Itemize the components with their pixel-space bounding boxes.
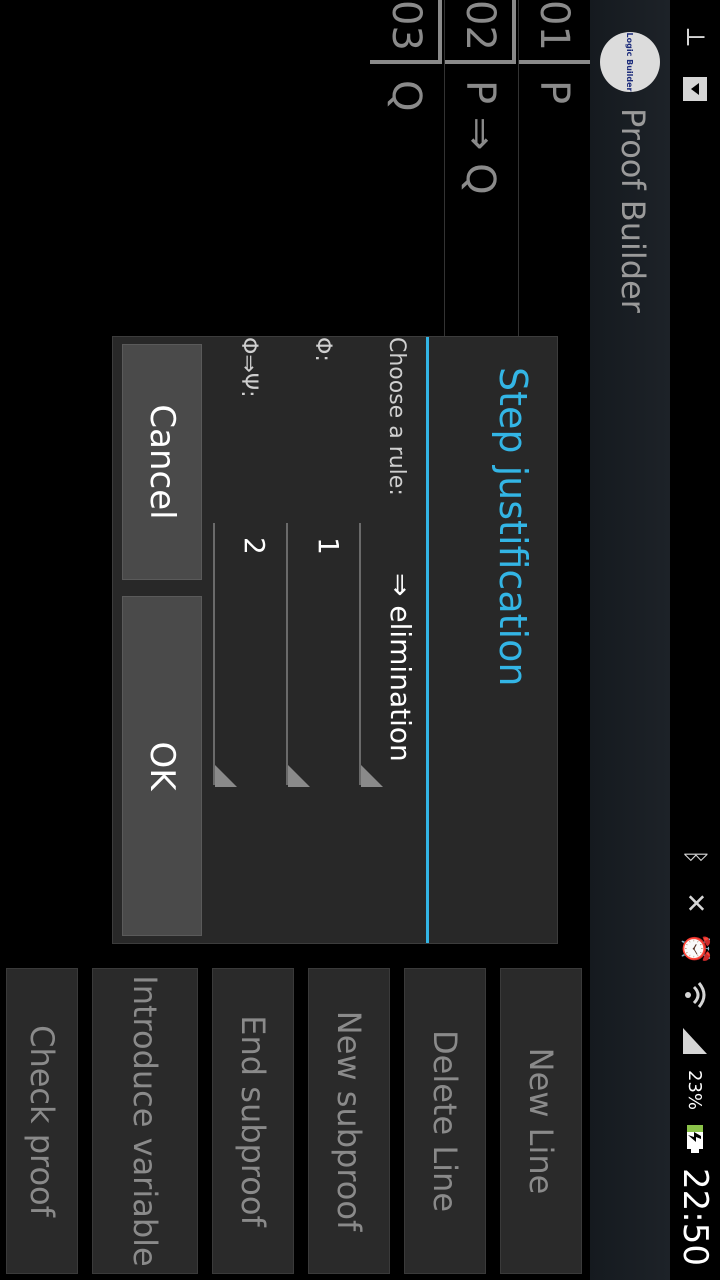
phi-field-underline [286,523,288,785]
phi-implies-psi-field-underline [213,523,215,785]
phi-implies-psi-label: Φ⇒Ψ: [236,337,261,398]
rule-dropdown-icon [361,765,383,787]
alarm-icon: ⏰ [680,932,710,966]
check-proof-button[interactable]: Check proof [6,968,78,1274]
end-subproof-button[interactable]: End subproof [212,968,294,1274]
rule-value: ⇒ elimination [384,573,417,762]
introduce-variable-button[interactable]: Introduce variable [92,968,198,1274]
line-formula: P [531,80,577,105]
battery-percent: 23% [684,1070,706,1111]
mute-icon: ✕ [680,892,710,914]
clock: 22:50 [675,1168,715,1266]
line-formula: P ⇒ Q [457,80,503,195]
rule-field-underline [359,523,361,785]
dialog-title: Step justification [491,367,535,687]
new-line-button[interactable]: New Line [500,968,582,1274]
phi-implies-psi-dropdown-icon [215,765,237,787]
phi-value: 1 [312,537,345,555]
rule-label: Choose a rule: [384,337,409,496]
scope-bar [518,60,590,64]
app-logo-text: Logic Builder [625,32,635,92]
ok-button[interactable]: OK [122,596,202,936]
action-bar: Logic Builder Proof Builder [590,0,670,1280]
line-number: 03 [383,0,429,51]
signal-icon [678,1024,712,1058]
delete-line-button[interactable]: Delete Line [404,968,486,1274]
new-subproof-button[interactable]: New subproof [308,968,390,1274]
scope-bar [444,60,516,64]
action-button-panel: New Line Delete Line New subproof End su… [2,968,582,1280]
line-number: 02 [457,0,503,51]
cancel-button[interactable]: Cancel [122,344,202,580]
line-formula: Q [383,80,429,112]
phi-dropdown-icon [288,765,310,787]
bluetooth-icon: ᛒ [680,849,710,865]
dialog-title-divider [426,337,429,943]
screen: ⟂ ᛒ ✕ ⏰ 23% 22:50 Logic Builder Proof Bu… [0,0,720,1280]
status-bar: ⟂ ᛒ ✕ ⏰ 23% 22:50 [670,0,720,1280]
line-number: 01 [531,0,577,51]
usb-icon: ⟂ [680,28,711,46]
phi-label: Φ: [310,337,335,362]
scope-bar [370,60,442,64]
download-icon [678,72,712,106]
phi-implies-psi-value: 2 [238,537,271,555]
wifi-icon [678,978,712,1012]
app-logo[interactable]: Logic Builder [600,32,660,92]
battery-charging-icon [678,1122,712,1156]
page-title: Proof Builder [614,108,652,313]
